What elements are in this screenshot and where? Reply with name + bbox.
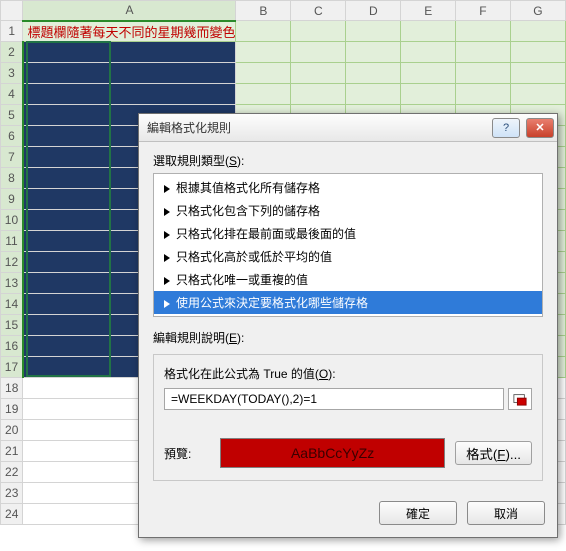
preview-label: 預覽: xyxy=(164,445,210,462)
cell-A3[interactable] xyxy=(23,63,236,84)
row-header-12[interactable]: 12 xyxy=(1,252,23,273)
formula-input[interactable] xyxy=(164,388,504,410)
cell-G1[interactable] xyxy=(510,21,565,42)
cell-C4[interactable] xyxy=(291,84,346,105)
row-header-4[interactable]: 4 xyxy=(1,84,23,105)
cell-F2[interactable] xyxy=(456,42,511,63)
row-header-5[interactable]: 5 xyxy=(1,105,23,126)
cell-D2[interactable] xyxy=(346,42,401,63)
cell-D4[interactable] xyxy=(346,84,401,105)
cell-F1[interactable] xyxy=(456,21,511,42)
cell-D3[interactable] xyxy=(346,63,401,84)
col-header-A[interactable]: A xyxy=(23,1,236,21)
select-all-corner[interactable] xyxy=(1,1,23,21)
cell-E4[interactable] xyxy=(401,84,456,105)
row-header-3[interactable]: 3 xyxy=(1,63,23,84)
cell-E1[interactable] xyxy=(401,21,456,42)
row-header-2[interactable]: 2 xyxy=(1,42,23,63)
cell-A4[interactable] xyxy=(23,84,236,105)
cell-G3[interactable] xyxy=(510,63,565,84)
formula-label: 格式化在此公式為 True 的值(O): xyxy=(164,365,532,382)
row-header-14[interactable]: 14 xyxy=(1,294,23,315)
col-header-B[interactable]: B xyxy=(236,1,291,21)
rule-edit-fieldset: 格式化在此公式為 True 的值(O): 預覽: AaBbCcYyZz 格式(F… xyxy=(153,354,543,481)
rule-type-option[interactable]: 只格式化高於或低於平均的值 xyxy=(154,245,542,268)
cell-C2[interactable] xyxy=(291,42,346,63)
cell-F3[interactable] xyxy=(456,63,511,84)
dialog-title: 編輯格式化規則 xyxy=(147,119,489,136)
row-header-10[interactable]: 10 xyxy=(1,210,23,231)
triangle-icon xyxy=(164,277,170,285)
cell-D1[interactable] xyxy=(346,21,401,42)
cell-A2[interactable] xyxy=(23,42,236,63)
rule-type-option[interactable]: 使用公式來決定要格式化哪些儲存格 xyxy=(154,291,542,314)
row-header-7[interactable]: 7 xyxy=(1,147,23,168)
row-header-6[interactable]: 6 xyxy=(1,126,23,147)
cell-G4[interactable] xyxy=(510,84,565,105)
triangle-icon xyxy=(164,208,170,216)
cell-B1[interactable] xyxy=(236,21,291,42)
row-header-19[interactable]: 19 xyxy=(1,399,23,420)
row-header-18[interactable]: 18 xyxy=(1,378,23,399)
rule-type-option[interactable]: 只格式化唯一或重複的值 xyxy=(154,268,542,291)
row-header-24[interactable]: 24 xyxy=(1,504,23,525)
row-header-8[interactable]: 8 xyxy=(1,168,23,189)
cell-B3[interactable] xyxy=(236,63,291,84)
format-button[interactable]: 格式(F)... xyxy=(455,441,532,465)
cell-E3[interactable] xyxy=(401,63,456,84)
row-header-1[interactable]: 1 xyxy=(1,21,23,42)
row-header-9[interactable]: 9 xyxy=(1,189,23,210)
format-preview: AaBbCcYyZz xyxy=(220,438,445,468)
range-selector-button[interactable] xyxy=(508,388,532,410)
cell-C1[interactable] xyxy=(291,21,346,42)
edit-rule-desc-label: 編輯規則說明(E): xyxy=(153,329,543,346)
col-header-E[interactable]: E xyxy=(401,1,456,21)
edit-formatting-rule-dialog: 編輯格式化規則 ? ✕ 選取規則類型(S): 根據其值格式化所有儲存格只格式化包… xyxy=(138,113,558,538)
dialog-titlebar[interactable]: 編輯格式化規則 ? ✕ xyxy=(139,114,557,142)
col-header-F[interactable]: F xyxy=(456,1,511,21)
cell-C3[interactable] xyxy=(291,63,346,84)
close-icon: ✕ xyxy=(535,121,544,134)
triangle-icon xyxy=(164,185,170,193)
row-header-11[interactable]: 11 xyxy=(1,231,23,252)
help-icon: ? xyxy=(503,122,509,134)
triangle-icon xyxy=(164,254,170,262)
row-header-13[interactable]: 13 xyxy=(1,273,23,294)
triangle-icon xyxy=(164,231,170,239)
ok-button[interactable]: 確定 xyxy=(379,501,457,525)
col-header-G[interactable]: G xyxy=(510,1,565,21)
row-header-16[interactable]: 16 xyxy=(1,336,23,357)
row-header-21[interactable]: 21 xyxy=(1,441,23,462)
cell-G2[interactable] xyxy=(510,42,565,63)
rule-type-option[interactable]: 根據其值格式化所有儲存格 xyxy=(154,176,542,199)
row-header-17[interactable]: 17 xyxy=(1,357,23,378)
help-button[interactable]: ? xyxy=(492,118,520,138)
row-header-23[interactable]: 23 xyxy=(1,483,23,504)
close-button[interactable]: ✕ xyxy=(526,118,554,138)
rule-type-option[interactable]: 只格式化包含下列的儲存格 xyxy=(154,199,542,222)
collapse-dialog-icon xyxy=(513,392,527,406)
row-header-22[interactable]: 22 xyxy=(1,462,23,483)
cell-F4[interactable] xyxy=(456,84,511,105)
row-header-20[interactable]: 20 xyxy=(1,420,23,441)
triangle-icon xyxy=(164,300,170,308)
select-rule-type-label: 選取規則類型(S): xyxy=(153,152,543,169)
col-header-D[interactable]: D xyxy=(346,1,401,21)
rule-type-option[interactable]: 只格式化排在最前面或最後面的值 xyxy=(154,222,542,245)
rule-type-list[interactable]: 根據其值格式化所有儲存格只格式化包含下列的儲存格只格式化排在最前面或最後面的值只… xyxy=(153,173,543,317)
cell-B2[interactable] xyxy=(236,42,291,63)
cell-E2[interactable] xyxy=(401,42,456,63)
cell-A1[interactable]: 標題欄隨著每天不同的星期幾而變色 xyxy=(23,21,236,42)
cell-B4[interactable] xyxy=(236,84,291,105)
cancel-button[interactable]: 取消 xyxy=(467,501,545,525)
row-header-15[interactable]: 15 xyxy=(1,315,23,336)
col-header-C[interactable]: C xyxy=(291,1,346,21)
